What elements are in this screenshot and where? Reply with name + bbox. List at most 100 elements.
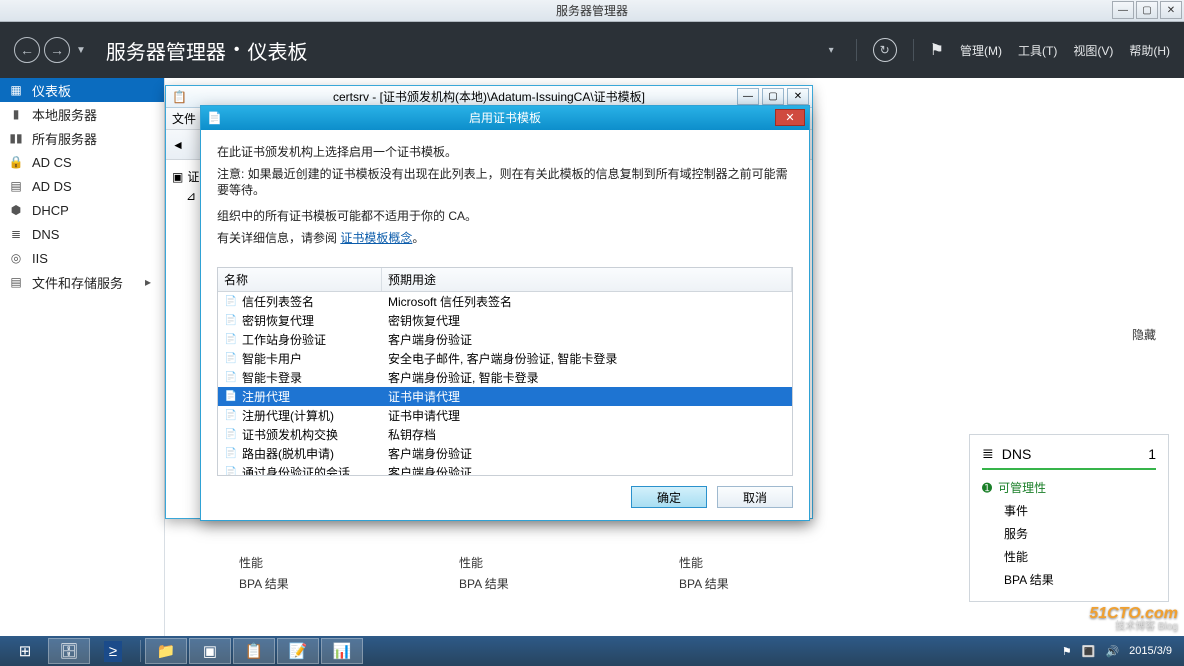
sidebar-item-file-storage[interactable]: ▤文件和存储服务▸ bbox=[0, 270, 164, 294]
template-use: 客户端身份验证 bbox=[382, 444, 792, 463]
sidebar-item-label: DHCP bbox=[32, 203, 69, 218]
tray-date[interactable]: 2015/3/9 bbox=[1129, 645, 1172, 657]
list-item[interactable]: 📄密钥恢复代理密钥恢复代理 bbox=[218, 311, 792, 330]
template-name: 通过身份验证的会话 bbox=[242, 464, 350, 476]
flag-icon[interactable]: ⚑ bbox=[930, 40, 944, 60]
history-dropdown-icon[interactable]: ▼ bbox=[76, 45, 86, 56]
sidebar-item-dhcp[interactable]: ⬢DHCP bbox=[0, 198, 164, 222]
divider bbox=[913, 39, 914, 61]
breadcrumb-dropdown-icon[interactable]: ▾ bbox=[829, 45, 834, 56]
folder-icon: 📁 bbox=[157, 642, 176, 660]
back-icon[interactable]: ◄ bbox=[172, 138, 184, 152]
template-use: 密钥恢复代理 bbox=[382, 311, 792, 330]
breadcrumb-root[interactable]: 服务器管理器 bbox=[106, 36, 226, 65]
list-item[interactable]: 📄注册代理证书申请代理 bbox=[218, 387, 792, 406]
sidebar-item-iis[interactable]: ◎IIS bbox=[0, 246, 164, 270]
expand-icon[interactable]: ⊿ bbox=[186, 189, 196, 203]
list-item[interactable]: 📄工作站身份验证客户端身份验证 bbox=[218, 330, 792, 349]
menu-help[interactable]: 帮助(H) bbox=[1129, 42, 1170, 59]
template-name: 信任列表签名 bbox=[242, 293, 314, 310]
gauge-icon: ▦ bbox=[8, 82, 24, 98]
tile-perf[interactable]: 性能 bbox=[459, 554, 633, 571]
tile-bpa[interactable]: BPA 结果 bbox=[239, 575, 413, 592]
template-name: 注册代理 bbox=[242, 388, 290, 405]
tile-perf[interactable]: 性能 bbox=[679, 554, 853, 571]
tree-toggle-icon[interactable]: ▣ bbox=[172, 170, 183, 184]
os-title: 服务器管理器 bbox=[556, 2, 628, 19]
dialog-close-button[interactable]: ✕ bbox=[775, 109, 805, 126]
task-powershell[interactable]: ≥ bbox=[92, 638, 134, 664]
task-explorer[interactable]: 📁 bbox=[145, 638, 187, 664]
sidebar-item-adds[interactable]: ▤AD DS bbox=[0, 174, 164, 198]
tray-flag-icon[interactable]: ⚑ bbox=[1062, 645, 1072, 658]
tile-perf[interactable]: 性能 bbox=[239, 554, 413, 571]
dns-services[interactable]: 服务 bbox=[982, 522, 1156, 545]
maximize-button[interactable]: ▢ bbox=[1136, 1, 1158, 19]
task-notepad[interactable]: 📝 bbox=[277, 638, 319, 664]
dialog-title: 启用证书模板 bbox=[469, 109, 541, 126]
sidebar-item-local-server[interactable]: ▮本地服务器 bbox=[0, 102, 164, 126]
hide-link[interactable]: 隐藏 bbox=[1132, 326, 1156, 343]
sidebar-item-dns[interactable]: ≣DNS bbox=[0, 222, 164, 246]
concept-link[interactable]: 证书模板概念 bbox=[340, 231, 412, 245]
template-use: 客户端身份验证, 智能卡登录 bbox=[382, 368, 792, 387]
menu-tools[interactable]: 工具(T) bbox=[1018, 42, 1057, 59]
dialog-titlebar[interactable]: 📄 启用证书模板 ✕ bbox=[201, 106, 809, 130]
sidebar-item-dashboard[interactable]: ▦仪表板 bbox=[0, 78, 164, 102]
tile-bpa[interactable]: BPA 结果 bbox=[459, 575, 633, 592]
start-button[interactable]: ⊞ bbox=[4, 638, 46, 664]
sidebar-item-adcs[interactable]: 🔒AD CS bbox=[0, 150, 164, 174]
list-item[interactable]: 📄智能卡登录客户端身份验证, 智能卡登录 bbox=[218, 368, 792, 387]
cancel-button[interactable]: 取消 bbox=[717, 486, 793, 508]
task-app[interactable]: 📊 bbox=[321, 638, 363, 664]
sidebar-item-label: IIS bbox=[32, 251, 48, 266]
tile-bpa[interactable]: BPA 结果 bbox=[679, 575, 853, 592]
forward-button[interactable]: → bbox=[44, 37, 70, 63]
list-item[interactable]: 📄路由器(脱机申请)客户端身份验证 bbox=[218, 444, 792, 463]
tray-volume-icon[interactable]: 🔊 bbox=[1105, 645, 1119, 658]
menu-manage[interactable]: 管理(M) bbox=[960, 42, 1002, 59]
dns-tile[interactable]: ≣DNS1 ➊可管理性 事件 服务 性能 BPA 结果 bbox=[969, 434, 1169, 602]
menu-file[interactable]: 文件 bbox=[172, 110, 196, 127]
list-item[interactable]: 📄智能卡用户安全电子邮件, 客户端身份验证, 智能卡登录 bbox=[218, 349, 792, 368]
col-use[interactable]: 预期用途 bbox=[382, 268, 792, 291]
list-item[interactable]: 📄证书颁发机构交换私钥存档 bbox=[218, 425, 792, 444]
task-cmd[interactable]: ▣ bbox=[189, 638, 231, 664]
storage-icon: ▤ bbox=[8, 274, 24, 290]
menu-view[interactable]: 视图(V) bbox=[1073, 42, 1113, 59]
breadcrumb-current: 仪表板 bbox=[248, 36, 308, 65]
os-titlebar: 服务器管理器 — ▢ ✕ bbox=[0, 0, 1184, 22]
dns-events[interactable]: 事件 bbox=[982, 499, 1156, 522]
col-name[interactable]: 名称 bbox=[218, 268, 382, 291]
list-item[interactable]: 📄注册代理(计算机)证书申请代理 bbox=[218, 406, 792, 425]
dns-perf[interactable]: 性能 bbox=[982, 545, 1156, 568]
close-button[interactable]: ✕ bbox=[1160, 1, 1182, 19]
list-rows[interactable]: 📄信任列表签名Microsoft 信任列表签名📄密钥恢复代理密钥恢复代理📄工作站… bbox=[218, 292, 792, 476]
list-item[interactable]: 📄通过身份验证的会话客户端身份验证 bbox=[218, 463, 792, 476]
role-tile: 性能 BPA 结果 bbox=[653, 550, 853, 596]
minimize-button[interactable]: — bbox=[1112, 1, 1134, 19]
task-certsrv[interactable]: 📋 bbox=[233, 638, 275, 664]
template-list: 名称 预期用途 📄信任列表签名Microsoft 信任列表签名📄密钥恢复代理密钥… bbox=[217, 267, 793, 476]
refresh-icon[interactable]: ↻ bbox=[873, 38, 897, 62]
dns-label: DNS bbox=[1002, 446, 1032, 462]
template-name: 智能卡用户 bbox=[242, 350, 302, 367]
back-button[interactable]: ← bbox=[14, 37, 40, 63]
close-button[interactable]: ✕ bbox=[787, 88, 809, 105]
sidebar-item-label: AD CS bbox=[32, 155, 72, 170]
ok-button[interactable]: 确定 bbox=[631, 486, 707, 508]
list-item[interactable]: 📄信任列表签名Microsoft 信任列表签名 bbox=[218, 292, 792, 311]
sidebar: ▦仪表板 ▮本地服务器 ▮▮所有服务器 🔒AD CS ▤AD DS ⬢DHCP … bbox=[0, 78, 165, 636]
maximize-button[interactable]: ▢ bbox=[762, 88, 784, 105]
tray-network-icon[interactable]: 🔳 bbox=[1082, 645, 1096, 658]
sidebar-item-all-servers[interactable]: ▮▮所有服务器 bbox=[0, 126, 164, 150]
task-server-manager[interactable]: 🗄 bbox=[48, 638, 90, 664]
server-icon: ▮ bbox=[8, 106, 24, 122]
minimize-button[interactable]: — bbox=[737, 88, 759, 105]
template-name: 路由器(脱机申请) bbox=[242, 445, 334, 462]
template-icon: 📄 bbox=[224, 389, 238, 403]
dns-bpa[interactable]: BPA 结果 bbox=[982, 568, 1156, 591]
dns-manage[interactable]: 可管理性 bbox=[998, 479, 1046, 496]
servers-icon: ▮▮ bbox=[8, 130, 24, 146]
list-header: 名称 预期用途 bbox=[218, 268, 792, 292]
